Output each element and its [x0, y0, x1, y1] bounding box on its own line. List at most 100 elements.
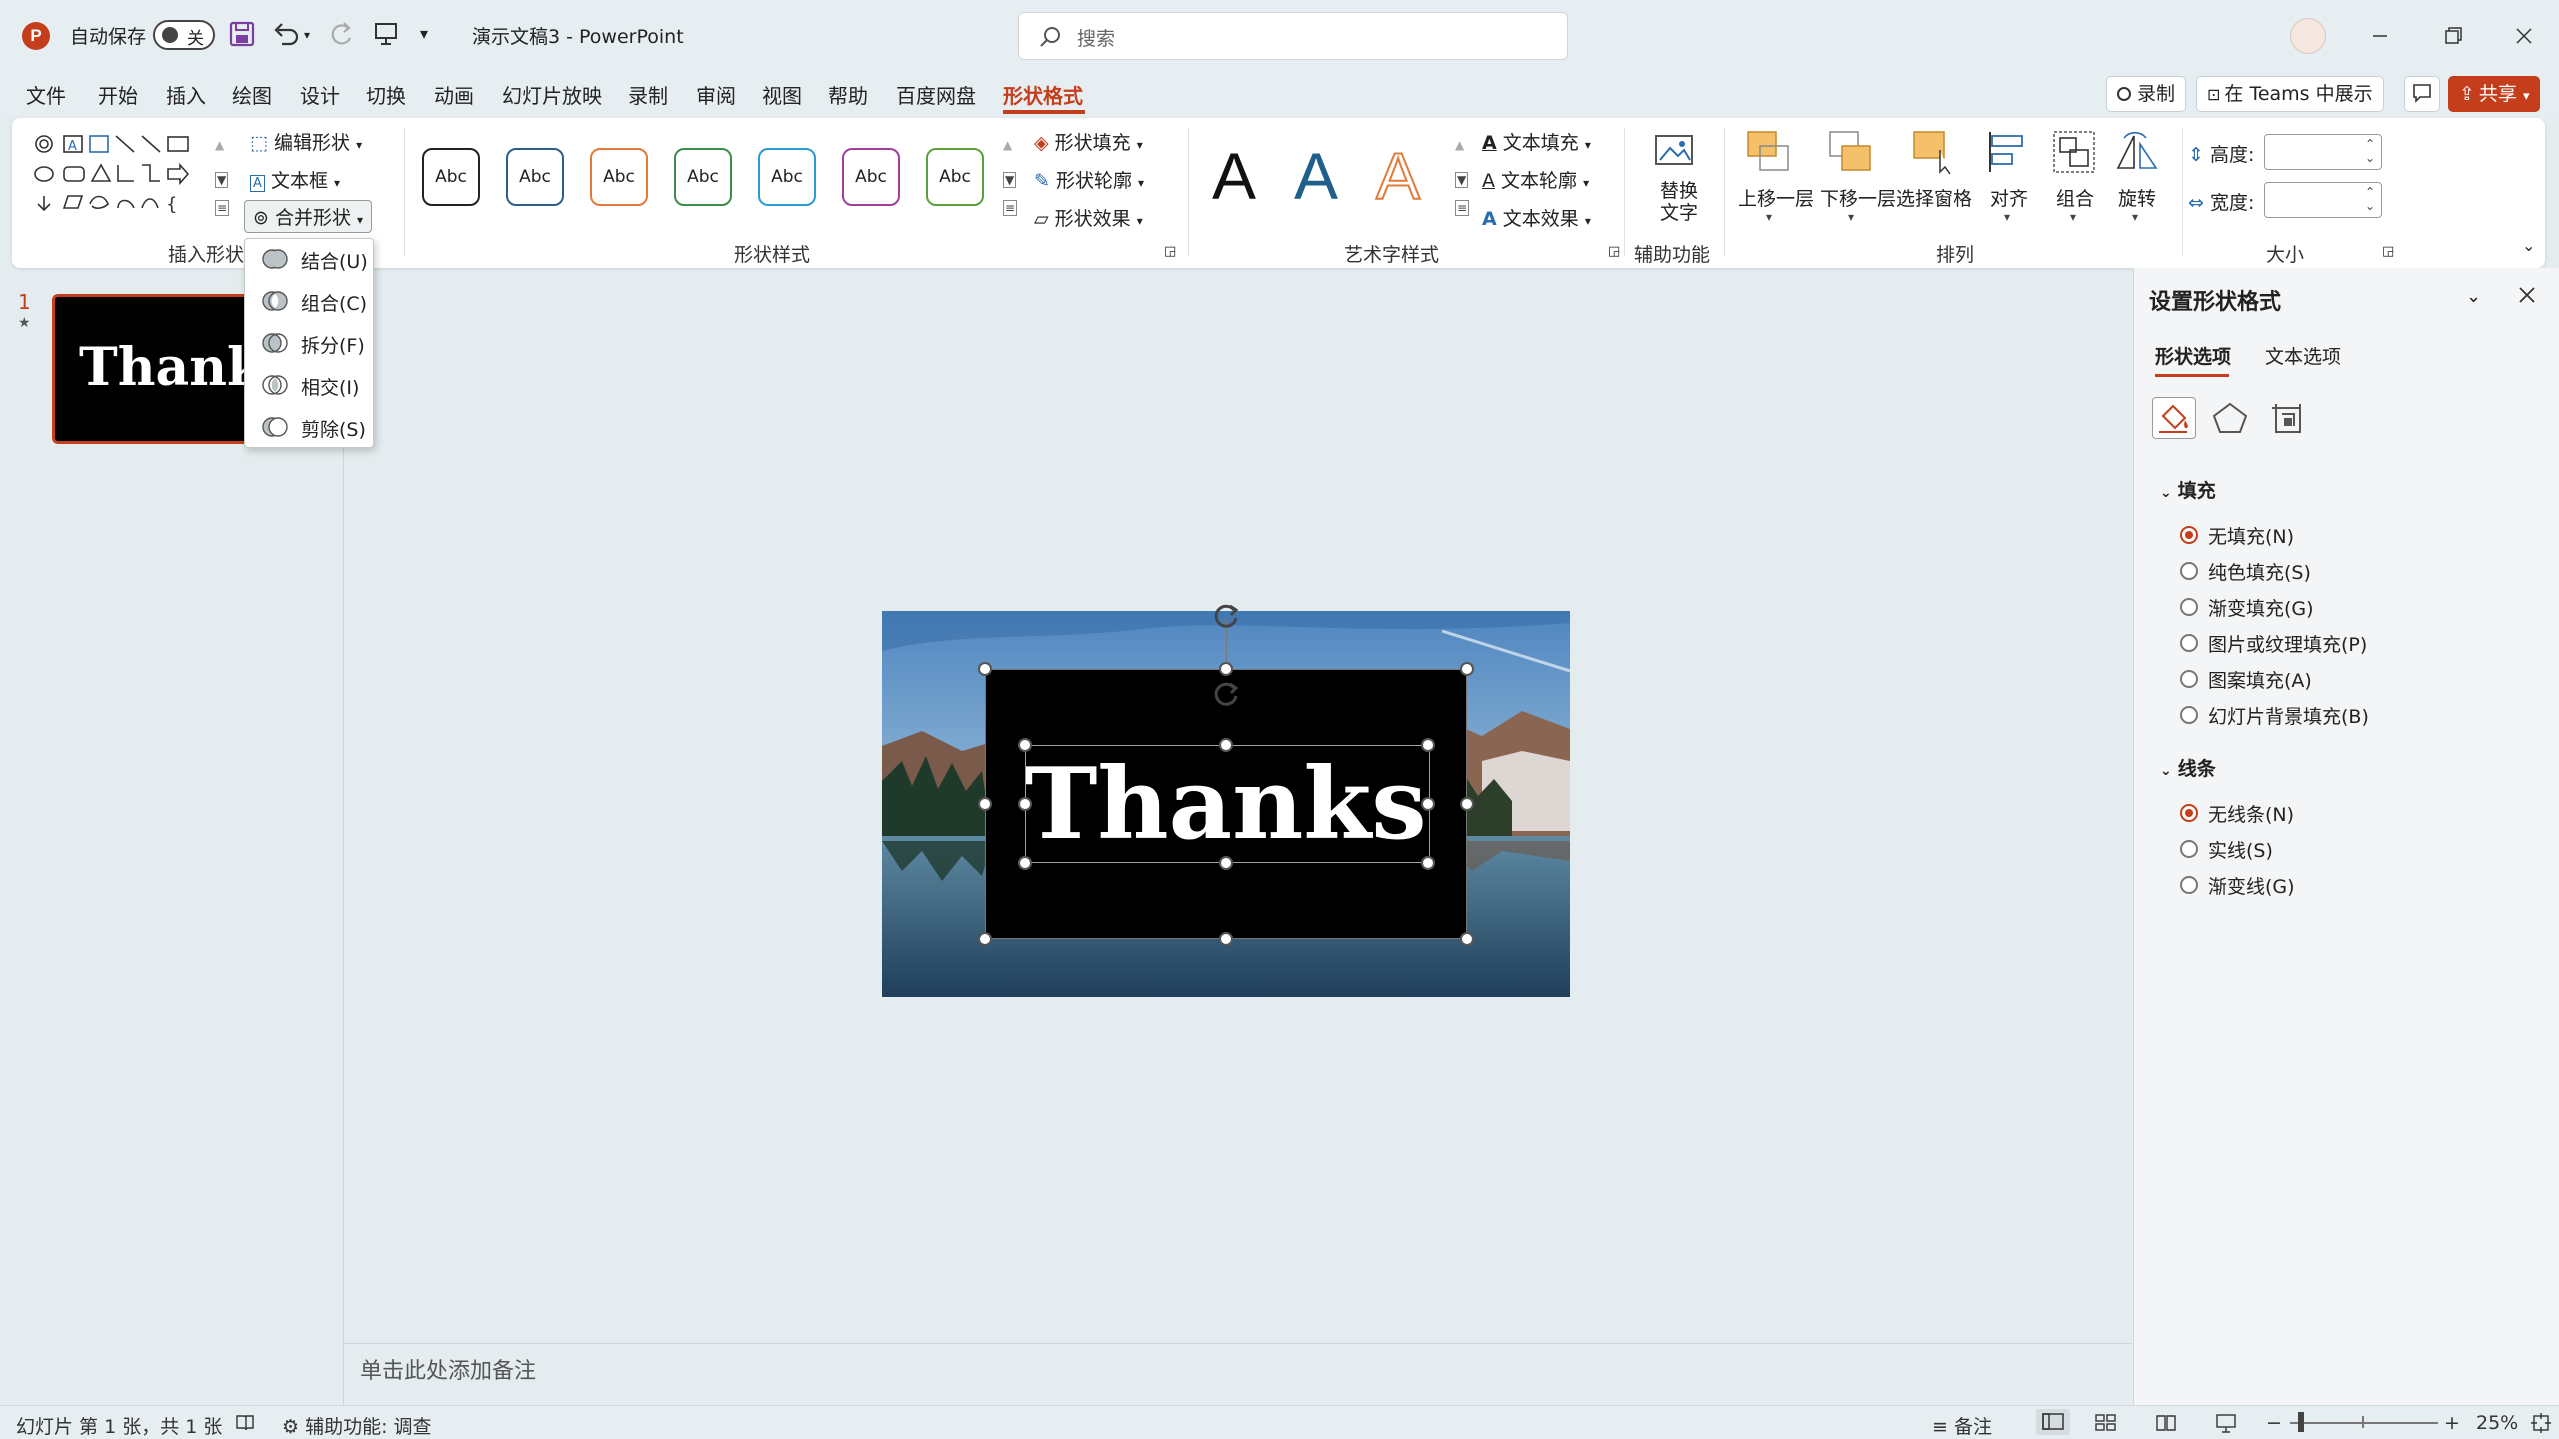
line-section-header[interactable]: ⌄ 线条	[2160, 754, 2216, 781]
menu-baidu-netdisk[interactable]: 百度网盘	[896, 80, 976, 109]
dialog-launcher-icon[interactable]: ◲	[1608, 244, 1620, 259]
share-button[interactable]: ⇪ 共享 ▾	[2448, 76, 2541, 112]
shape-style-6[interactable]: Abc	[842, 148, 900, 206]
redo-icon[interactable]	[328, 20, 358, 50]
shape-style-3[interactable]: Abc	[590, 148, 648, 206]
radio-button[interactable]	[2180, 598, 2198, 616]
panel-options-chevron-icon[interactable]: ⌄	[2466, 286, 2481, 307]
menu-help[interactable]: 帮助	[828, 80, 868, 109]
zoom-in-icon[interactable]: +	[2444, 1412, 2460, 1434]
record-button[interactable]: 录制	[2106, 76, 2187, 112]
slideshow-view-icon[interactable]	[2214, 1412, 2238, 1434]
rotate-handle-icon[interactable]	[1210, 600, 1242, 632]
text-handle-sw[interactable]	[1018, 856, 1032, 870]
bring-forward-button[interactable]: 上移一层 ▾	[1728, 128, 1814, 238]
radio-button[interactable]	[2180, 634, 2198, 652]
shape-style-7[interactable]: Abc	[926, 148, 984, 206]
resize-handle-s[interactable]	[1219, 932, 1233, 946]
merge-fragment-item[interactable]: 拆分(F)	[245, 323, 373, 363]
restore-icon[interactable]	[2432, 18, 2472, 54]
shape-outline-button[interactable]: ✎ 形状轮廓 ▾	[1034, 166, 1144, 193]
wordart-style-black[interactable]: A	[1212, 138, 1256, 214]
zoom-out-icon[interactable]: −	[2266, 1412, 2282, 1434]
minimize-icon[interactable]	[2360, 18, 2400, 54]
menu-home[interactable]: 开始	[98, 80, 138, 109]
height-input[interactable]: ⌃ ⌄	[2264, 134, 2382, 170]
spin-up-icon[interactable]: ⌃	[2365, 185, 2375, 199]
text-handle-nw[interactable]	[1018, 738, 1032, 752]
resize-handle-n[interactable]	[1219, 662, 1233, 676]
spin-down-icon[interactable]: ⌄	[2365, 199, 2375, 213]
dialog-launcher-icon[interactable]: ◲	[2382, 244, 2394, 259]
teams-present-button[interactable]: ⊡ 在 Teams 中展示	[2196, 76, 2384, 112]
width-input[interactable]: ⌃ ⌄	[2264, 182, 2382, 218]
radio-button[interactable]	[2180, 840, 2198, 858]
resize-handle-nw[interactable]	[978, 662, 992, 676]
shape-style-2[interactable]: Abc	[506, 148, 564, 206]
wordart-style-orange[interactable]: A	[1375, 138, 1421, 214]
send-backward-button[interactable]: 下移一层 ▾	[1810, 128, 1896, 238]
merge-subtract-item[interactable]: 剪除(S)	[245, 407, 373, 447]
slide-sorter-icon[interactable]	[2094, 1412, 2118, 1434]
shapes-gallery[interactable]: A {	[34, 134, 224, 244]
notes-toggle[interactable]: ≡ 备注	[1932, 1412, 1992, 1439]
resize-handle-ne[interactable]	[1460, 662, 1474, 676]
menu-file[interactable]: 文件	[26, 80, 66, 109]
resize-handle-se[interactable]	[1460, 932, 1474, 946]
text-handle-e[interactable]	[1421, 797, 1435, 811]
merge-combine-item[interactable]: 组合(C)	[245, 281, 373, 321]
menu-shape-format[interactable]: 形状格式	[1003, 80, 1083, 109]
alt-text-button[interactable]: 替换 文字	[1640, 132, 1710, 232]
text-fill-button[interactable]: A 文本填充 ▾	[1482, 128, 1591, 155]
text-box-button[interactable]: A 文本框 ▾	[250, 166, 340, 193]
undo-icon[interactable]	[272, 20, 302, 50]
rotate-button[interactable]: 旋转 ▾	[2108, 128, 2168, 238]
menu-slideshow[interactable]: 幻灯片放映	[502, 80, 602, 109]
radio-button[interactable]	[2180, 562, 2198, 580]
text-effects-button[interactable]: A 文本效果 ▾	[1482, 204, 1591, 231]
shape-effects-button[interactable]: ▱ 形状效果 ▾	[1034, 204, 1143, 231]
text-handle-w[interactable]	[1018, 797, 1032, 811]
notes-divider[interactable]	[344, 1343, 2132, 1344]
panel-close-icon[interactable]	[2516, 284, 2538, 306]
fit-to-window-icon[interactable]	[2530, 1412, 2552, 1434]
group-button[interactable]: 组合 ▾	[2046, 128, 2106, 238]
radio-button[interactable]	[2180, 526, 2198, 544]
text-handle-s[interactable]	[1219, 856, 1233, 870]
resize-handle-e[interactable]	[1460, 797, 1474, 811]
shape-style-1[interactable]: Abc	[422, 148, 480, 206]
comments-button[interactable]	[2404, 76, 2440, 112]
zoom-slider[interactable]	[2290, 1422, 2438, 1424]
spelling-check-icon[interactable]	[234, 1412, 256, 1434]
save-icon[interactable]	[228, 20, 258, 50]
menu-design[interactable]: 设计	[300, 80, 340, 109]
user-avatar[interactable]	[2290, 18, 2326, 54]
presentation-icon[interactable]	[372, 20, 402, 50]
dialog-launcher-icon[interactable]: ◲	[1164, 244, 1176, 259]
menu-insert[interactable]: 插入	[166, 80, 206, 109]
wordart-style-blue[interactable]: A	[1294, 138, 1338, 214]
tab-shape-options[interactable]: 形状选项	[2155, 342, 2231, 369]
spin-down-icon[interactable]: ⌄	[2365, 151, 2375, 165]
text-handle-ne[interactable]	[1421, 738, 1435, 752]
normal-view-icon[interactable]	[2036, 1409, 2070, 1435]
fill-line-category[interactable]	[2152, 397, 2196, 439]
size-properties-category[interactable]	[2268, 400, 2308, 436]
edit-shape-button[interactable]: ⬚ 编辑形状 ▾	[250, 128, 362, 155]
shape-styles-scroll[interactable]: ▲ ▼ ≡	[1000, 138, 1018, 222]
shape-fill-button[interactable]: ◈ 形状填充 ▾	[1034, 128, 1143, 155]
text-handle-se[interactable]	[1421, 856, 1435, 870]
menu-transitions[interactable]: 切换	[366, 80, 406, 109]
slide-thumbnail[interactable]: Thanks	[52, 294, 252, 444]
align-button[interactable]: 对齐 ▾	[1978, 128, 2044, 238]
reading-view-icon[interactable]	[2154, 1412, 2178, 1434]
undo-dropdown-icon[interactable]: ▾	[304, 28, 310, 42]
zoom-level[interactable]: 25%	[2476, 1412, 2518, 1434]
effects-category[interactable]	[2210, 400, 2250, 436]
menu-view[interactable]: 视图	[762, 80, 802, 109]
wordart-scroll[interactable]: ▲ ▼ ≡	[1452, 138, 1470, 222]
resize-handle-w[interactable]	[978, 797, 992, 811]
text-handle-n[interactable]	[1219, 738, 1233, 752]
zoom-slider-thumb[interactable]	[2298, 1412, 2304, 1432]
fill-section-header[interactable]: ⌄ 填充	[2160, 476, 2216, 503]
